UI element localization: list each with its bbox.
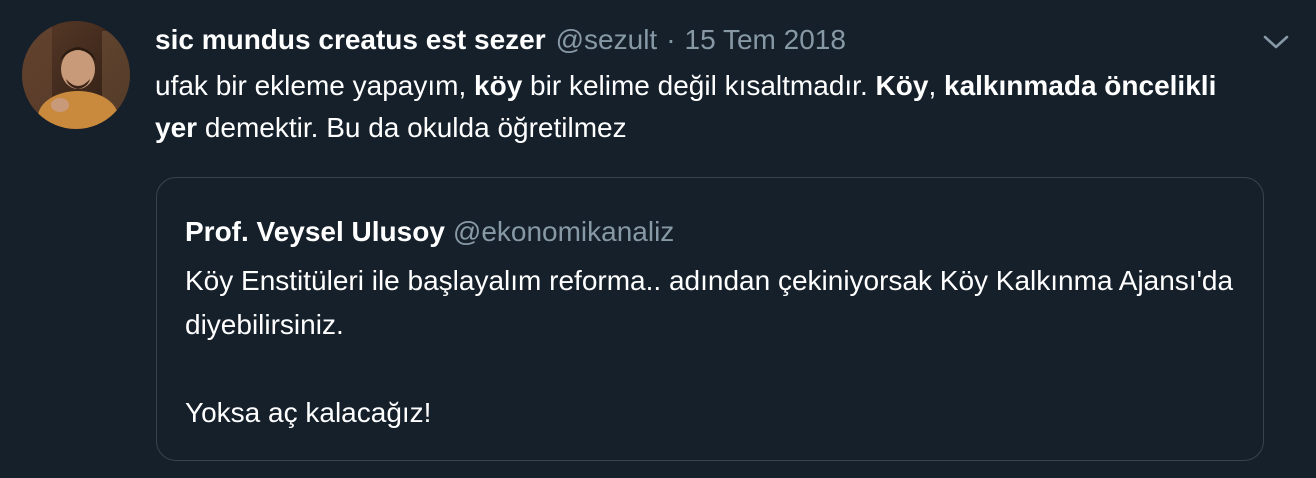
- quoted-tweet-header: Prof. Veysel Ulusoy @ekonomikanaliz: [185, 213, 674, 251]
- tweet-date[interactable]: 15 Tem 2018: [685, 20, 846, 60]
- tweet-text-bold: Köy: [875, 70, 929, 101]
- tweet[interactable]: sic mundus creatus est sezer @sezult · 1…: [0, 0, 1316, 478]
- author-display-name[interactable]: sic mundus creatus est sezer: [155, 20, 546, 60]
- chevron-down-icon[interactable]: [1260, 28, 1292, 56]
- quoted-tweet-text: Köy Enstitüleri ile başlayalım reforma..…: [185, 259, 1245, 435]
- tweet-text: ufak bir ekleme yapayım, köy bir kelime …: [155, 65, 1265, 149]
- tweet-text-segment: ufak bir ekleme yapayım,: [155, 70, 475, 101]
- quoted-tweet-card[interactable]: Prof. Veysel Ulusoy @ekonomikanaliz Köy E…: [156, 177, 1264, 461]
- tweet-text-bold: köy: [474, 70, 523, 101]
- quoted-author-display-name: Prof. Veysel Ulusoy: [185, 216, 445, 247]
- quoted-author-handle: @ekonomikanaliz: [452, 216, 675, 247]
- avatar[interactable]: [22, 21, 130, 129]
- avatar-photo: [22, 21, 130, 129]
- tweet-header: sic mundus creatus est sezer @sezult · 1…: [155, 20, 846, 60]
- quoted-text-paragraph: Köy Enstitüleri ile başlayalım reforma..…: [185, 265, 1234, 340]
- header-separator: ·: [666, 24, 676, 55]
- quoted-text-paragraph: Yoksa aç kalacağız!: [185, 397, 432, 428]
- author-handle[interactable]: @sezult: [556, 20, 658, 60]
- tweet-text-segment: bir kelime değil kısaltmadır.: [522, 70, 876, 101]
- tweet-text-segment: demektir. Bu da okulda öğretilmez: [197, 112, 627, 143]
- tweet-text-segment: ,: [928, 70, 944, 101]
